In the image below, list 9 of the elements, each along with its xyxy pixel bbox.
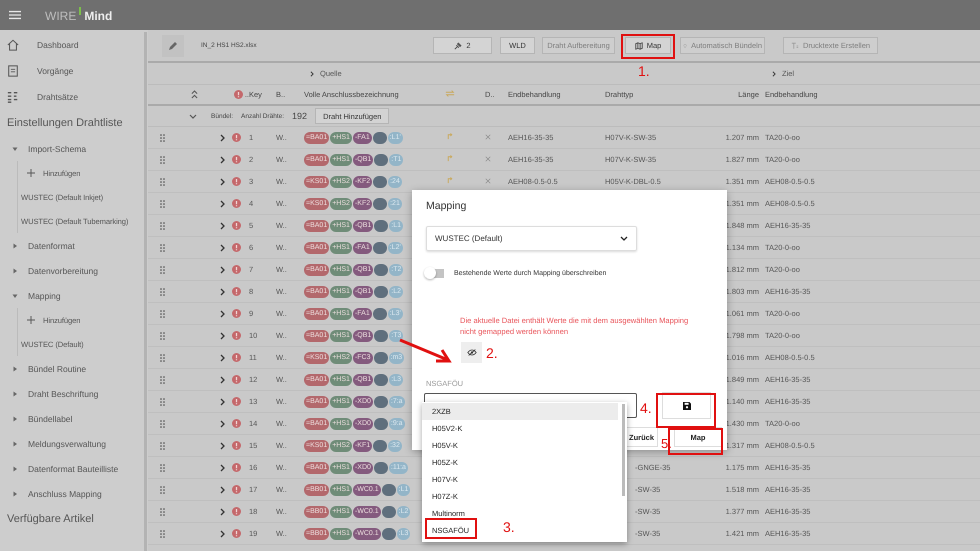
section-heading: Verfügbare Artikel <box>6 512 95 527</box>
dialog-title: Mapping <box>426 200 468 212</box>
wire-count: 192 <box>292 111 308 121</box>
step-number: 2. <box>486 345 498 361</box>
section-heading: Einstellungen Drahtliste <box>6 116 124 131</box>
logo: WIRE Mind <box>45 7 112 23</box>
step-number: 4. <box>640 400 652 416</box>
step-number: 1. <box>638 63 650 79</box>
step-number: 3. <box>503 519 515 535</box>
